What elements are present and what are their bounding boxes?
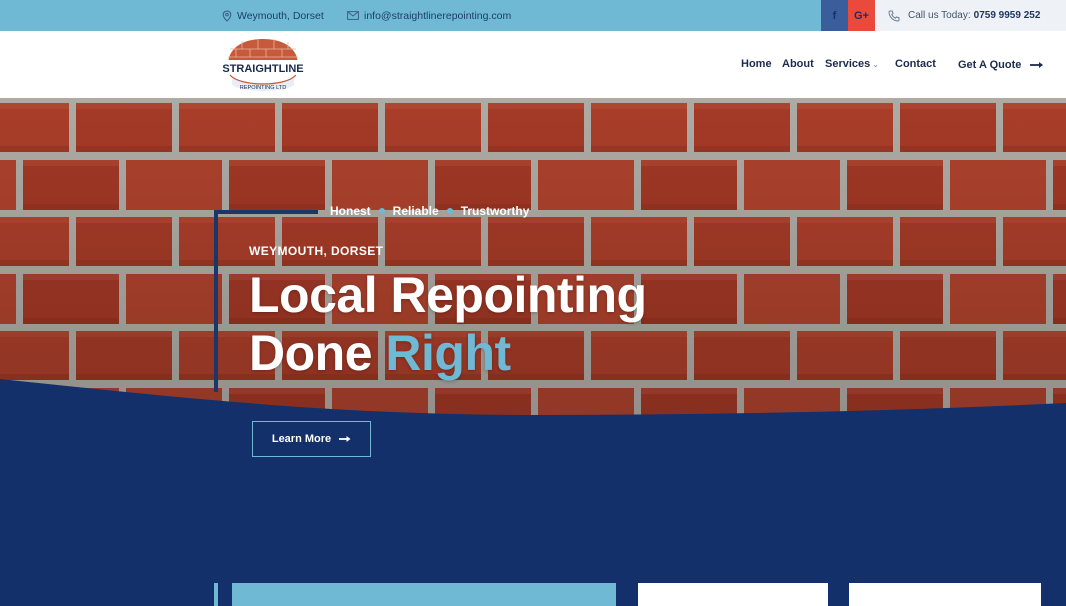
email-link[interactable]: info@straightlinerepointing.com: [364, 10, 511, 22]
headline-accent: Right: [385, 325, 511, 381]
tag-reliable: Reliable: [392, 204, 439, 218]
hero-headline: Local Repointing Done Right: [249, 266, 647, 382]
phone-icon: [888, 10, 900, 22]
email-info[interactable]: info@straightlinerepointing.com: [347, 0, 511, 31]
frame-top-line: [214, 210, 318, 214]
feature-card: [849, 583, 1041, 606]
site-header: STRAIGHTLINE REPOINTING LTD Home About S…: [0, 31, 1066, 98]
nav-services-label: Services: [825, 58, 871, 70]
company-logo[interactable]: STRAIGHTLINE REPOINTING LTD: [222, 35, 304, 97]
googleplus-icon: G+: [854, 9, 869, 22]
get-quote-label: Get A Quote: [958, 59, 1022, 71]
nav-contact[interactable]: Contact: [895, 58, 936, 70]
get-quote-link[interactable]: Get A Quote: [958, 59, 1044, 71]
card-accent-strip: [214, 583, 218, 606]
headline-line1: Local Repointing: [249, 267, 647, 323]
logo-sub: REPOINTING LTD: [240, 85, 287, 91]
call-info[interactable]: Call us Today: 0759 9959 252: [875, 0, 1066, 31]
arrow-right-icon: [1030, 62, 1044, 68]
hero-section: Honest Reliable Trustworthy WEYMOUTH, DO…: [0, 98, 1066, 606]
tag-honest: Honest: [330, 204, 371, 218]
arrow-right-icon: [339, 436, 351, 442]
location-info: Weymouth, Dorset: [222, 0, 324, 31]
map-pin-icon: [222, 9, 232, 22]
hero-location: WEYMOUTH, DORSET: [249, 244, 384, 258]
location-text: Weymouth, Dorset: [237, 9, 324, 22]
nav-services[interactable]: Services ⌄: [825, 58, 879, 70]
facebook-icon: f: [832, 9, 837, 22]
top-bar: Weymouth, Dorset info@straightlinerepoin…: [0, 0, 1066, 31]
logo-name: STRAIGHTLINE: [222, 63, 303, 75]
learn-more-button[interactable]: Learn More: [252, 421, 371, 457]
facebook-link[interactable]: f: [821, 0, 848, 31]
envelope-icon: [347, 11, 359, 20]
feature-card-primary: [232, 583, 616, 606]
hero-tagline: Honest Reliable Trustworthy: [330, 204, 529, 218]
chevron-down-icon: ⌄: [872, 60, 879, 69]
tag-trustworthy: Trustworthy: [460, 204, 530, 218]
frame-left-line: [214, 210, 218, 392]
phone-number[interactable]: 0759 9959 252: [974, 10, 1041, 21]
dot-separator: [446, 208, 453, 214]
learn-more-label: Learn More: [271, 433, 332, 445]
headline-line2-a: Done: [249, 325, 373, 381]
nav-about[interactable]: About: [782, 58, 814, 70]
googleplus-link[interactable]: G+: [848, 0, 875, 31]
dot-separator: [378, 208, 385, 214]
feature-card: [638, 583, 828, 606]
call-label: Call us Today:: [908, 10, 971, 21]
nav-home[interactable]: Home: [741, 58, 772, 70]
